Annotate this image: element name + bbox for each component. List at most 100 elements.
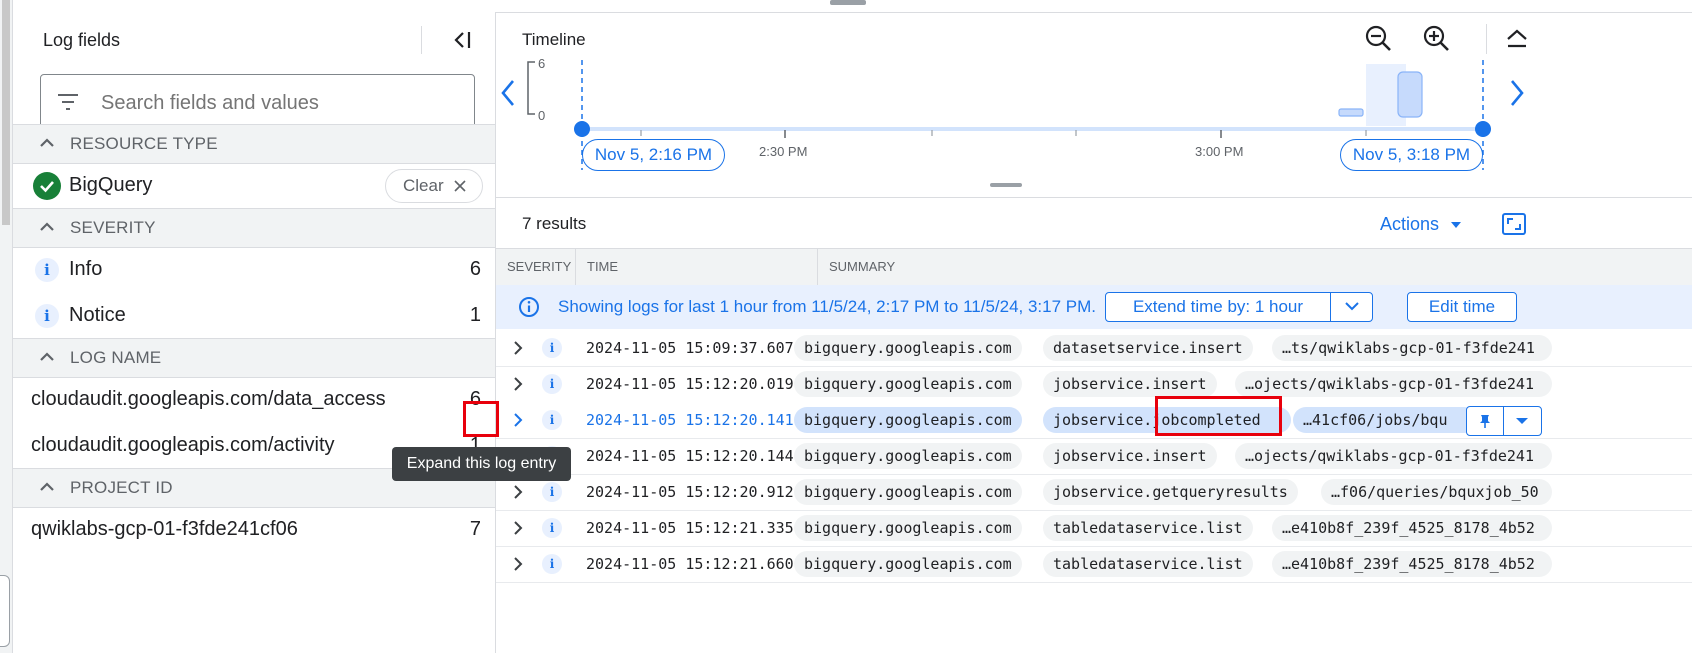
severity-item-info[interactable]: i Info 6 <box>13 247 495 293</box>
table-row[interactable]: i 2024-11-05 15:12:21.335 bigquery.googl… <box>496 510 1692 547</box>
method-prefix: jobservice. <box>1053 411 1153 429</box>
chevron-right-icon[interactable] <box>508 518 528 538</box>
chevron-right-icon[interactable] <box>508 482 528 502</box>
clear-label: Clear <box>403 176 444 195</box>
row-actions[interactable] <box>1466 406 1542 436</box>
service-chip[interactable]: bigquery.googleapis.com <box>794 443 1022 469</box>
table-row-selected[interactable]: i 2024-11-05 15:12:20.141 bigquery.googl… <box>496 402 1692 439</box>
search-input[interactable] <box>99 89 463 117</box>
drag-handle[interactable] <box>830 0 866 5</box>
y-axis-min: 0 <box>538 108 546 123</box>
zoom-in-icon <box>1423 25 1449 51</box>
severity-count: 1 <box>469 304 481 326</box>
severity-item-notice[interactable]: i Notice 1 <box>13 293 495 339</box>
logs-main: Timeline 6 0 Nov 5, 2:16 PM Nov 5, 3:18 … <box>496 12 1692 653</box>
resource-chip[interactable]: …ts/qwiklabs-gcp-01-f3fde241 <box>1272 335 1552 361</box>
dropdown-icon[interactable] <box>1515 416 1529 426</box>
section-label: LOG NAME <box>70 348 162 367</box>
column-divider <box>817 249 818 285</box>
chevron-right-icon[interactable] <box>508 410 528 430</box>
column-severity[interactable]: SEVERITY <box>507 259 571 274</box>
method-chip[interactable]: tabledataservice.list <box>1043 551 1253 577</box>
severity-name: Info <box>69 258 103 280</box>
expand-view-icon <box>1502 213 1526 235</box>
pin-icon[interactable] <box>1477 413 1493 429</box>
zoom-out-button[interactable] <box>1362 22 1396 56</box>
table-row[interactable]: i 2024-11-05 15:12:20.912 bigquery.googl… <box>496 474 1692 511</box>
service-chip[interactable]: bigquery.googleapis.com <box>794 551 1022 577</box>
timeline-prev-button[interactable] <box>489 73 529 113</box>
extend-time-button[interactable]: Extend time by: 1 hour <box>1105 292 1373 322</box>
table-row[interactable]: i 2024-11-05 15:09:37.607 bigquery.googl… <box>496 330 1692 367</box>
method-chip[interactable]: jobservice.insert <box>1043 443 1217 469</box>
table-row[interactable]: i 2024-11-05 15:12:20.144 bigquery.googl… <box>496 438 1692 475</box>
column-summary[interactable]: SUMMARY <box>829 259 895 274</box>
divider <box>1486 24 1487 54</box>
check-circle-icon <box>33 172 61 200</box>
resource-chip[interactable]: …e410b8f_239f_4525_8178_4b52 <box>1272 515 1552 541</box>
section-label: PROJECT ID <box>70 478 173 497</box>
panel-title: Log fields <box>43 30 121 50</box>
divider <box>1330 293 1331 321</box>
service-chip[interactable]: bigquery.googleapis.com <box>794 479 1022 505</box>
project-id-count: 7 <box>469 518 481 540</box>
table-row[interactable]: i 2024-11-05 15:12:21.660 bigquery.googl… <box>496 546 1692 583</box>
edge-handle[interactable] <box>0 575 10 647</box>
chevron-right-icon[interactable] <box>508 374 528 394</box>
edit-time-button[interactable]: Edit time <box>1407 292 1517 322</box>
service-chip[interactable]: bigquery.googleapis.com <box>794 371 1022 397</box>
timeline-next-button[interactable] <box>1496 73 1536 113</box>
info-icon: i <box>542 518 562 538</box>
highlight-box-jobcompleted <box>1155 396 1282 436</box>
clear-button[interactable]: Clear <box>385 169 483 203</box>
info-icon <box>519 297 539 317</box>
chevron-up-icon <box>40 138 54 147</box>
section-log-name[interactable]: LOG NAME <box>13 338 495 378</box>
chevron-right-icon[interactable] <box>508 338 528 358</box>
chevron-right-icon <box>1511 80 1524 106</box>
collapse-panel-button[interactable] <box>448 26 478 54</box>
section-severity[interactable]: SEVERITY <box>13 208 495 248</box>
info-icon: i <box>35 258 59 282</box>
service-chip[interactable]: bigquery.googleapis.com <box>794 515 1022 541</box>
method-chip[interactable]: tabledataservice.list <box>1043 515 1253 541</box>
resource-type-row[interactable]: BigQuery Clear <box>13 163 495 209</box>
resource-chip[interactable]: …ojects/qwiklabs-gcp-01-f3fde241 <box>1235 371 1552 397</box>
timeline-end-pill[interactable]: Nov 5, 3:18 PM <box>1340 139 1483 171</box>
project-id-item[interactable]: qwiklabs-gcp-01-f3fde241cf06 7 <box>13 507 495 553</box>
y-axis-bracket <box>527 61 535 115</box>
timeline-tick-label: 2:30 PM <box>759 144 808 159</box>
timeline-start-pill[interactable]: Nov 5, 2:16 PM <box>582 139 725 171</box>
method-chip[interactable]: jobservice.getqueryresults <box>1043 479 1298 505</box>
resource-chip[interactable]: …f06/queries/bquxjob_50 <box>1321 479 1552 505</box>
actions-button[interactable]: Actions <box>1380 214 1462 235</box>
chevron-down-icon <box>1345 302 1359 311</box>
project-id: qwiklabs-gcp-01-f3fde241cf06 <box>31 518 298 540</box>
service-chip[interactable]: bigquery.googleapis.com <box>794 407 1022 433</box>
method-chip[interactable]: datasetservice.insert <box>1043 335 1253 361</box>
resource-chip[interactable]: …ojects/qwiklabs-gcp-01-f3fde241 <box>1235 443 1552 469</box>
column-time[interactable]: TIME <box>587 259 618 274</box>
divider <box>1503 407 1504 435</box>
log-name-item-data-access[interactable]: cloudaudit.googleapis.com/data_access 6 <box>13 377 495 423</box>
service-chip[interactable]: bigquery.googleapis.com <box>794 335 1022 361</box>
resource-chip[interactable]: …e410b8f_239f_4525_8178_4b52 <box>1272 551 1552 577</box>
section-resource-type[interactable]: RESOURCE TYPE <box>13 124 495 164</box>
close-icon <box>454 180 466 192</box>
zoom-in-button[interactable] <box>1420 22 1454 56</box>
resource-chip[interactable]: …41cf06/jobs/bqu <box>1293 407 1477 433</box>
collapse-panel-icon <box>454 32 471 48</box>
scrollbar-thumb[interactable] <box>2 0 10 225</box>
table-row[interactable]: i 2024-11-05 15:12:20.019 bigquery.googl… <box>496 366 1692 403</box>
info-icon: i <box>542 410 562 430</box>
chevron-up-icon <box>1507 29 1527 48</box>
expand-view-button[interactable] <box>1500 210 1528 238</box>
collapse-timeline-button[interactable] <box>1500 22 1534 56</box>
chevron-right-icon[interactable] <box>508 554 528 574</box>
resize-handle[interactable] <box>990 183 1022 187</box>
divider <box>421 26 422 54</box>
zoom-out-icon <box>1365 25 1391 51</box>
method-chip[interactable]: jobservice.insert <box>1043 371 1217 397</box>
severity-name: Notice <box>69 304 126 326</box>
search-field[interactable] <box>40 74 475 130</box>
